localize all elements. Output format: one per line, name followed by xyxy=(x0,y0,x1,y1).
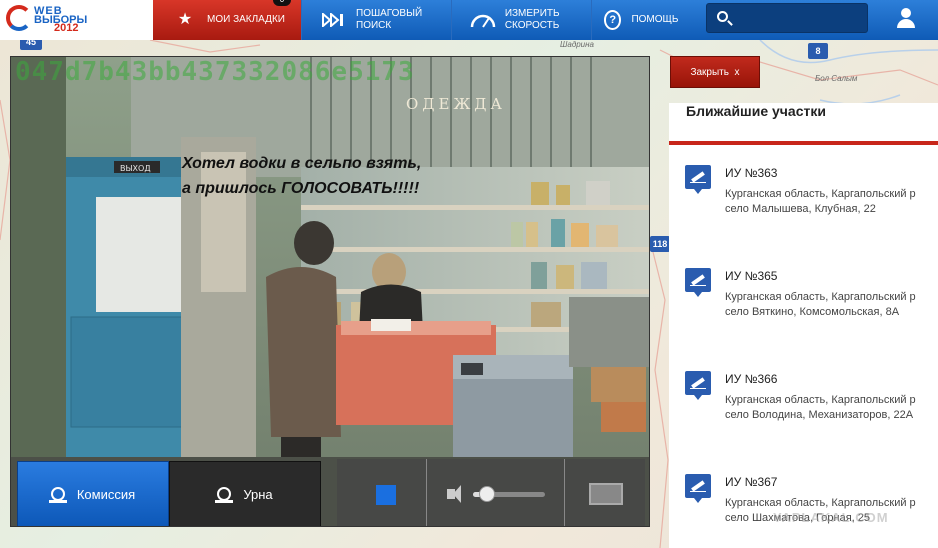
measure-speed-label: ИЗМЕРИТЬ СКОРОСТЬ xyxy=(504,8,560,31)
volume-control[interactable] xyxy=(427,459,565,526)
question-icon: ? xyxy=(604,10,622,30)
map-station-cluster-pin[interactable]: 8 xyxy=(808,43,828,59)
close-player-button[interactable]: Закрыть x xyxy=(670,56,760,88)
camera-video-player[interactable]: ОДЕЖДА ВЫХОД 047d7b43bb437332086e5173 Хо… xyxy=(10,56,650,527)
volume-slider-knob[interactable] xyxy=(479,486,495,502)
search-box[interactable] xyxy=(706,3,868,33)
ballot-pen-icon xyxy=(685,165,711,194)
station-list-item[interactable]: ИУ №363 Курганская область, Каргапольски… xyxy=(669,165,938,265)
map-place-label: Шадрина xyxy=(560,40,594,49)
station-name[interactable]: ИУ №363 xyxy=(725,166,777,180)
camera-tab-urn[interactable]: Урна xyxy=(169,461,321,526)
stop-icon xyxy=(376,485,396,505)
logo-swoosh-icon xyxy=(6,5,32,31)
map-station-cluster-pin[interactable]: 118 xyxy=(650,236,670,252)
pen-line xyxy=(690,182,706,183)
station-address-line: Курганская область, Каргапольский р xyxy=(725,497,916,509)
camera-id-overlay: 047d7b43bb437332086e5173 xyxy=(15,57,415,87)
my-bookmarks-label: МОИ ЗАКЛАДКИ xyxy=(207,14,285,25)
player-controls-bar xyxy=(337,459,645,526)
pen-shape xyxy=(691,480,705,492)
search-icon xyxy=(717,11,728,22)
step-search-label: ПОШАГОВЫЙ ПОИСК xyxy=(356,8,423,31)
help-label: ПОМОЩЬ xyxy=(631,14,679,25)
fullscreen-icon xyxy=(589,483,623,505)
map-station-cluster-pin[interactable]: 45 xyxy=(20,40,42,50)
step-search-button[interactable]: ПОШАГОВЫЙ ПОИСК xyxy=(302,0,452,40)
station-address-line: Курганская область, Каргапольский р xyxy=(725,394,916,406)
panel-title: Ближайшие участки xyxy=(669,103,938,145)
search-input[interactable] xyxy=(735,8,863,28)
station-address-line: село Володина, Механизаторов, 22А xyxy=(725,409,914,421)
star-icon: ★ xyxy=(177,11,193,28)
store-clothes-sign: ОДЕЖДА xyxy=(406,95,506,113)
map-place-label: Бол Салым xyxy=(815,74,858,83)
fullscreen-button[interactable] xyxy=(565,459,644,526)
webvybory-logo[interactable]: WEB ВЫБОРЫ 2012 xyxy=(0,0,153,40)
close-icon: x xyxy=(734,66,740,78)
pen-line xyxy=(690,491,706,492)
camera-video-frame: ОДЕЖДА ВЫХОД xyxy=(11,57,649,526)
camera-tab-commission[interactable]: Комиссия xyxy=(17,461,169,526)
pen-shape xyxy=(691,274,705,286)
station-address-line: Курганская область, Каргапольский р xyxy=(725,188,916,200)
webcam-icon xyxy=(48,487,67,503)
station-address: Курганская область, Каргапольский р село… xyxy=(725,290,938,320)
my-bookmarks-button[interactable]: ★ МОИ ЗАКЛАДКИ xyxy=(153,0,302,40)
measure-speed-button[interactable]: ИЗМЕРИТЬ СКОРОСТЬ xyxy=(452,0,592,40)
meme-caption-line-2: а пришлось ГОЛОСОВАТЬ!!!!! xyxy=(182,180,420,197)
station-address: Курганская область, Каргапольский р село… xyxy=(725,393,938,423)
user-icon xyxy=(901,8,911,18)
ballot-pen-icon xyxy=(685,371,711,400)
pen-line xyxy=(690,285,706,286)
meme-caption: Хотел водки в сельпо взять, а пришлось Г… xyxy=(182,151,421,201)
pen-shape xyxy=(691,377,705,389)
station-list-item[interactable]: ИУ №365 Курганская область, Каргапольски… xyxy=(669,268,938,368)
close-player-label: Закрыть xyxy=(690,66,729,78)
station-address-line: Курганская область, Каргапольский р xyxy=(725,291,916,303)
station-list-item[interactable]: ИУ №366 Курганская область, Каргапольски… xyxy=(669,371,938,471)
ballot-pen-icon xyxy=(685,474,711,503)
nearest-stations-panel: Ближайшие участки ИУ №363 Курганская обл… xyxy=(669,103,938,548)
webcam-icon xyxy=(215,487,234,503)
booth-exit-sign: ВЫХОД xyxy=(120,164,151,173)
volume-slider[interactable] xyxy=(473,486,545,502)
station-address-line: село Малышева, Клубная, 22 xyxy=(725,203,876,215)
station-name[interactable]: ИУ №365 xyxy=(725,269,777,283)
station-name[interactable]: ИУ №367 xyxy=(725,475,777,489)
camera-switch-tabs: Комиссия Урна xyxy=(17,461,322,526)
meme-caption-line-1: Хотел водки в сельпо взять, xyxy=(182,155,422,172)
help-button[interactable]: ? ПОМОЩЬ xyxy=(592,0,707,40)
step-forward-icon xyxy=(320,9,348,31)
camera-tab-label: Комиссия xyxy=(76,486,136,502)
speedometer-icon xyxy=(470,9,497,31)
station-address: Курганская область, Каргапольский р село… xyxy=(725,187,938,217)
logo-year: 2012 xyxy=(54,22,79,34)
camera-tab-label: Урна xyxy=(243,486,273,502)
pen-shape xyxy=(691,171,705,183)
speaker-icon[interactable] xyxy=(447,485,461,503)
ballot-pen-icon xyxy=(685,268,711,297)
site-watermark: YAPLAKAL.COM xyxy=(773,510,889,525)
user-icon-body xyxy=(897,19,915,28)
station-name[interactable]: ИУ №366 xyxy=(725,372,777,386)
station-address-line: село Вяткино, Комсомольская, 8А xyxy=(725,306,900,318)
pen-line xyxy=(690,388,706,389)
user-account-button[interactable] xyxy=(877,0,938,40)
stop-button[interactable] xyxy=(337,459,427,526)
